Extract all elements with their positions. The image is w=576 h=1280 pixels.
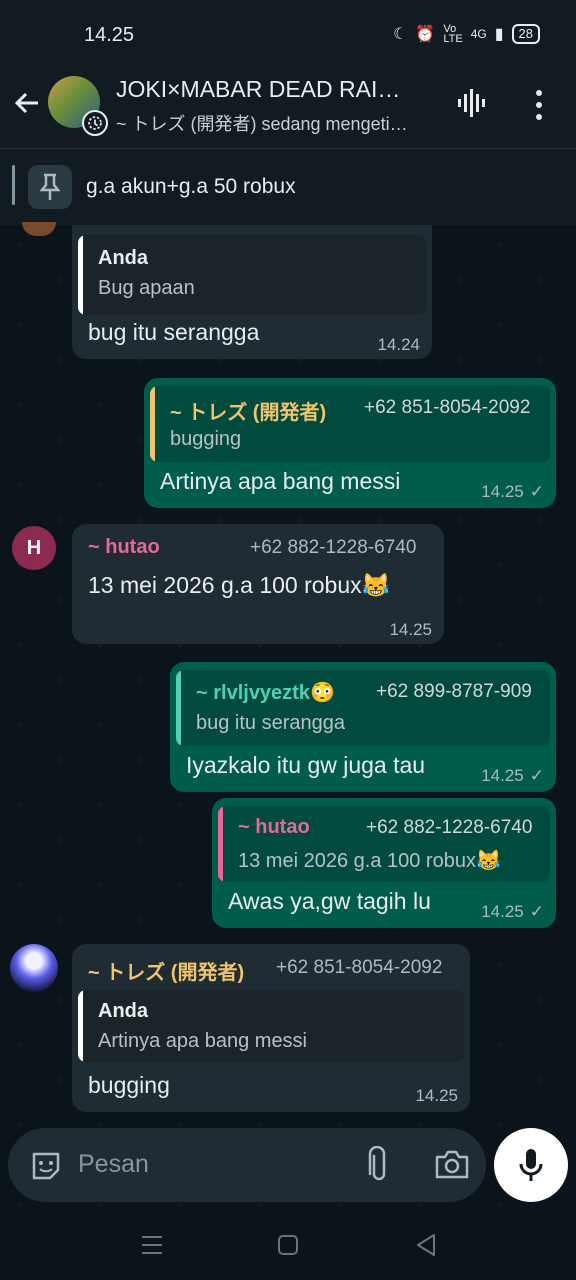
message-text: Awas ya,gw tagih lu (228, 888, 431, 914)
time-label: 14.25 (481, 482, 524, 501)
pinned-text: g.a akun+g.a 50 robux (86, 175, 296, 198)
pinned-message-bar[interactable]: g.a akun+g.a 50 robux (0, 148, 576, 226)
home-icon[interactable] (274, 1232, 302, 1258)
message-text: Iyazkalo itu gw juga tau (186, 752, 426, 778)
quote-sender: ~ rlvljvyeztk😳 (196, 682, 335, 704)
message-text: bugging (88, 1072, 170, 1098)
moon-icon: ☾ (393, 26, 408, 43)
quote-bar (218, 806, 223, 882)
signal-icon: ▮ (494, 26, 504, 43)
avatar[interactable] (10, 944, 58, 992)
back-arrow-icon[interactable] (12, 88, 42, 118)
quoted-message[interactable]: ~ rlvljvyeztk😳 +62 899-8787-909 bug itu … (176, 670, 550, 746)
quote-sender: Anda (98, 1000, 148, 1022)
message-bubble[interactable]: ~ トレズ (開発者) +62 851-8054-2092 Anda Artin… (72, 944, 470, 1112)
status-time: 14.25 (84, 24, 135, 46)
message-time: 14.25 ✓ (481, 766, 544, 786)
battery-icon: 28 (511, 24, 540, 44)
sender-name[interactable]: ~ hutao (88, 536, 160, 559)
sent-check-icon: ✓ (529, 902, 544, 921)
quote-bar (78, 990, 83, 1062)
sender-name[interactable]: ~ トレズ (開発者) (88, 956, 244, 985)
chat-header: JOKI×MABAR DEAD RAI… ~ トレズ (開発者) sedang … (0, 68, 576, 148)
sender-phone: +62 851-8054-2092 (276, 957, 443, 978)
message-text: Artinya apa bang messi (160, 468, 401, 494)
typing-status: ~ トレズ (開発者) sedang mengeti… (116, 114, 408, 134)
network-label: 4G (470, 27, 487, 41)
pinned-indicator (12, 165, 15, 205)
quote-bar (150, 386, 155, 462)
attach-icon[interactable] (366, 1146, 392, 1184)
pin-icon-container (28, 165, 72, 209)
message-input[interactable]: Pesan (78, 1150, 149, 1179)
quote-sender: ~ hutao (238, 816, 310, 838)
quote-bar (78, 235, 83, 315)
status-icons: ☾ ⏰ Vo LTE 4G ▮ 28 (393, 23, 540, 45)
message-text: 13 mei 2026 g.a 100 robux😹 (88, 572, 391, 598)
status-bar: 14.25 ☾ ⏰ Vo LTE 4G ▮ 28 (0, 0, 576, 68)
quote-phone: +62 851-8054-2092 (364, 397, 531, 418)
sent-check-icon: ✓ (529, 766, 544, 785)
quoted-message[interactable]: ~ トレズ (開発者) +62 851-8054-2092 bugging (150, 386, 550, 462)
quote-text: Bug apaan (98, 277, 195, 299)
message-bubble[interactable]: Anda Bug apaan bug itu serangga 14.24 (72, 225, 432, 359)
message-bubble[interactable]: ~ トレズ (開発者) +62 851-8054-2092 bugging Ar… (144, 378, 556, 508)
message-time: 14.25 (389, 620, 432, 639)
alarm-icon: ⏰ (415, 26, 436, 43)
back-nav-icon[interactable] (412, 1232, 440, 1258)
voice-chat-icon[interactable] (456, 88, 490, 118)
chat-title[interactable]: JOKI×MABAR DEAD RAI… (116, 76, 436, 103)
quoted-message[interactable]: ~ hutao +62 882-1228-6740 13 mei 2026 g.… (218, 806, 550, 882)
message-text: bug itu serangga (88, 319, 260, 345)
message-time: 14.24 (377, 335, 420, 354)
quoted-message[interactable]: Anda Artinya apa bang messi (78, 990, 464, 1062)
mic-button[interactable] (494, 1128, 568, 1202)
volte-icon: Vo LTE (443, 23, 463, 45)
quote-sender: ~ トレズ (開発者) (170, 402, 327, 424)
message-bubble[interactable]: ~ hutao +62 882-1228-6740 13 mei 2026 g.… (212, 798, 556, 928)
system-nav-bar (0, 1210, 576, 1280)
avatar[interactable]: H (12, 526, 56, 570)
quote-text: bug itu serangga (196, 712, 346, 734)
sender-phone: +62 882-1228-6740 (250, 537, 417, 558)
quote-text: 13 mei 2026 g.a 100 robux😹 (238, 850, 501, 872)
quote-text: bugging (170, 428, 242, 450)
quoted-message[interactable]: Anda Bug apaan (78, 235, 426, 315)
message-bubble[interactable]: ~ hutao +62 882-1228-6740 13 mei 2026 g.… (72, 524, 444, 644)
quote-bar (176, 670, 181, 746)
sticker-icon[interactable] (28, 1148, 64, 1184)
quote-phone: +62 882-1228-6740 (366, 817, 533, 838)
camera-icon[interactable] (434, 1148, 470, 1180)
more-vert-icon[interactable] (534, 88, 544, 122)
message-time: 14.25 ✓ (481, 482, 544, 502)
disappearing-timer-icon (82, 110, 108, 136)
sent-check-icon: ✓ (529, 482, 544, 501)
mic-icon (519, 1149, 543, 1181)
message-composer: Pesan (8, 1128, 486, 1202)
quote-sender: Anda (98, 247, 148, 269)
time-label: 14.25 (481, 902, 524, 921)
message-bubble[interactable]: ~ rlvljvyeztk😳 +62 899-8787-909 bug itu … (170, 662, 556, 792)
message-time: 14.25 (415, 1086, 458, 1105)
quote-phone: +62 899-8787-909 (376, 681, 532, 702)
quote-text: Artinya apa bang messi (98, 1030, 308, 1052)
pin-icon (39, 173, 61, 200)
time-label: 14.25 (481, 766, 524, 785)
recents-icon[interactable] (138, 1232, 166, 1258)
message-time: 14.25 ✓ (481, 902, 544, 922)
